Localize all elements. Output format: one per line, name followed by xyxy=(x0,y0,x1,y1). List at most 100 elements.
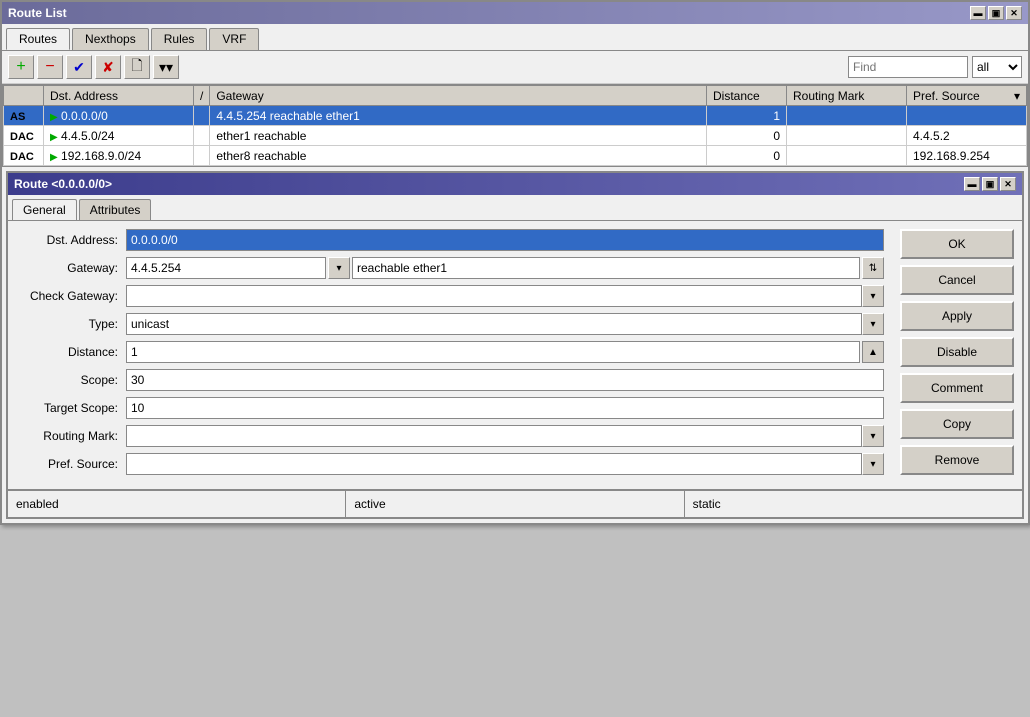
row-pref-source xyxy=(907,106,1027,126)
route-detail-title-buttons: ▬ ▣ ✕ xyxy=(964,177,1016,191)
tab-routes[interactable]: Routes xyxy=(6,28,70,50)
gateway-dropdown-button[interactable]: ▾ xyxy=(328,257,350,279)
pref-source-dropdown-button[interactable]: ▾ xyxy=(862,453,884,475)
type-inputs: ▾ xyxy=(126,313,884,335)
type-row: Type: ▾ xyxy=(16,313,884,335)
title-bar: Route List ▬ ▣ ✕ xyxy=(2,2,1028,24)
col-pref-source[interactable]: Pref. Source ▾ xyxy=(907,86,1027,106)
tab-vrf[interactable]: VRF xyxy=(209,28,259,50)
close-button[interactable]: ✕ xyxy=(1006,6,1022,20)
routing-mark-dropdown-button[interactable]: ▾ xyxy=(862,425,884,447)
row-routing-mark xyxy=(787,126,907,146)
row-distance: 0 xyxy=(707,146,787,166)
route-maximize-button[interactable]: ▣ xyxy=(982,177,998,191)
row-type: DAC xyxy=(4,146,44,166)
route-detail-title: Route <0.0.0.0/0> xyxy=(14,177,112,191)
main-tabs-row: Routes Nexthops Rules VRF xyxy=(2,24,1028,51)
status-static: static xyxy=(685,491,1022,517)
row-sep xyxy=(194,146,210,166)
routing-mark-label: Routing Mark: xyxy=(16,429,126,443)
row-gateway: 4.4.5.254 reachable ether1 xyxy=(210,106,707,126)
table-row[interactable]: AS ▶ 0.0.0.0/0 4.4.5.254 reachable ether… xyxy=(4,106,1027,126)
find-input[interactable] xyxy=(848,56,968,78)
gateway-right-input[interactable] xyxy=(352,257,860,279)
cancel-button[interactable]: Cancel xyxy=(900,265,1014,295)
route-tab-attributes[interactable]: Attributes xyxy=(79,199,152,220)
ok-button[interactable]: OK xyxy=(900,229,1014,259)
row-sep xyxy=(194,106,210,126)
scope-input[interactable] xyxy=(126,369,884,391)
remove-button[interactable]: − xyxy=(37,55,63,79)
gateway-row: Gateway: ▾ ⇅ xyxy=(16,257,884,279)
scope-row: Scope: xyxy=(16,369,884,391)
minimize-button[interactable]: ▬ xyxy=(970,6,986,20)
row-routing-mark xyxy=(787,146,907,166)
route-detail-title-bar: Route <0.0.0.0/0> ▬ ▣ ✕ xyxy=(8,173,1022,195)
type-input[interactable] xyxy=(126,313,862,335)
maximize-button[interactable]: ▣ xyxy=(988,6,1004,20)
type-label: Type: xyxy=(16,317,126,331)
col-distance[interactable]: Distance xyxy=(707,86,787,106)
tab-nexthops[interactable]: Nexthops xyxy=(72,28,149,50)
route-list-window: Route List ▬ ▣ ✕ Routes Nexthops Rules V… xyxy=(0,0,1030,525)
route-form-area: Dst. Address: Gateway: ▾ ⇅ Check Gateway… xyxy=(8,221,892,489)
copy-button[interactable]: Copy xyxy=(900,409,1014,439)
col-type xyxy=(4,86,44,106)
add-button[interactable]: + xyxy=(8,55,34,79)
status-enabled: enabled xyxy=(8,491,346,517)
row-distance: 1 xyxy=(707,106,787,126)
check-gateway-input[interactable] xyxy=(126,285,862,307)
dst-address-label: Dst. Address: xyxy=(16,233,126,247)
remove-button[interactable]: Remove xyxy=(900,445,1014,475)
buttons-panel: OK Cancel Apply Disable Comment Copy Rem… xyxy=(892,221,1022,489)
comment-button[interactable]: Comment xyxy=(900,373,1014,403)
route-detail-window: Route <0.0.0.0/0> ▬ ▣ ✕ General Attribut… xyxy=(6,171,1024,519)
route-close-button[interactable]: ✕ xyxy=(1000,177,1016,191)
route-minimize-button[interactable]: ▬ xyxy=(964,177,980,191)
disable-button[interactable]: Disable xyxy=(900,337,1014,367)
gateway-updown-button[interactable]: ⇅ xyxy=(862,257,884,279)
row-dst: ▶ 0.0.0.0/0 xyxy=(44,106,194,126)
gateway-label: Gateway: xyxy=(16,261,126,275)
distance-inputs: ▲ xyxy=(126,341,884,363)
pref-source-input[interactable] xyxy=(126,453,862,475)
apply-button[interactable]: Apply xyxy=(900,301,1014,331)
check-gateway-dropdown-button[interactable]: ▾ xyxy=(862,285,884,307)
routing-mark-inputs: ▾ xyxy=(126,425,884,447)
route-table: Dst. Address / Gateway Distance Routing … xyxy=(3,85,1027,166)
dst-address-input[interactable] xyxy=(126,229,884,251)
target-scope-label: Target Scope: xyxy=(16,401,126,415)
window-title: Route List xyxy=(8,6,67,20)
check-gateway-row: Check Gateway: ▾ xyxy=(16,285,884,307)
enable-button[interactable]: ✔ xyxy=(66,55,92,79)
disable-button[interactable]: ✘ xyxy=(95,55,121,79)
row-type: AS xyxy=(4,106,44,126)
check-gateway-inputs: ▾ xyxy=(126,285,884,307)
copy-button[interactable]: 🗋 xyxy=(124,55,150,79)
filter-button[interactable]: ▾▾ xyxy=(153,55,179,79)
pref-source-inputs: ▾ xyxy=(126,453,884,475)
routing-mark-input[interactable] xyxy=(126,425,862,447)
pref-source-row: Pref. Source: ▾ xyxy=(16,453,884,475)
tab-rules[interactable]: Rules xyxy=(151,28,208,50)
col-sep: / xyxy=(194,86,210,106)
row-pref-source: 4.4.5.2 xyxy=(907,126,1027,146)
target-scope-input[interactable] xyxy=(126,397,884,419)
col-routing-mark[interactable]: Routing Mark xyxy=(787,86,907,106)
col-dst[interactable]: Dst. Address xyxy=(44,86,194,106)
type-dropdown-button[interactable]: ▾ xyxy=(862,313,884,335)
distance-input[interactable] xyxy=(126,341,860,363)
table-row[interactable]: DAC ▶ 4.4.5.0/24 ether1 reachable 0 4.4.… xyxy=(4,126,1027,146)
col-gateway[interactable]: Gateway xyxy=(210,86,707,106)
find-filter-select[interactable]: all xyxy=(972,56,1022,78)
distance-row: Distance: ▲ xyxy=(16,341,884,363)
route-table-container: Dst. Address / Gateway Distance Routing … xyxy=(2,84,1028,167)
route-tab-general[interactable]: General xyxy=(12,199,77,220)
find-section: all xyxy=(848,56,1022,78)
title-bar-buttons: ▬ ▣ ✕ xyxy=(970,6,1022,20)
target-scope-row: Target Scope: xyxy=(16,397,884,419)
gateway-left-input[interactable] xyxy=(126,257,326,279)
distance-up-button[interactable]: ▲ xyxy=(862,341,884,363)
table-row[interactable]: DAC ▶ 192.168.9.0/24 ether8 reachable 0 … xyxy=(4,146,1027,166)
scope-label: Scope: xyxy=(16,373,126,387)
